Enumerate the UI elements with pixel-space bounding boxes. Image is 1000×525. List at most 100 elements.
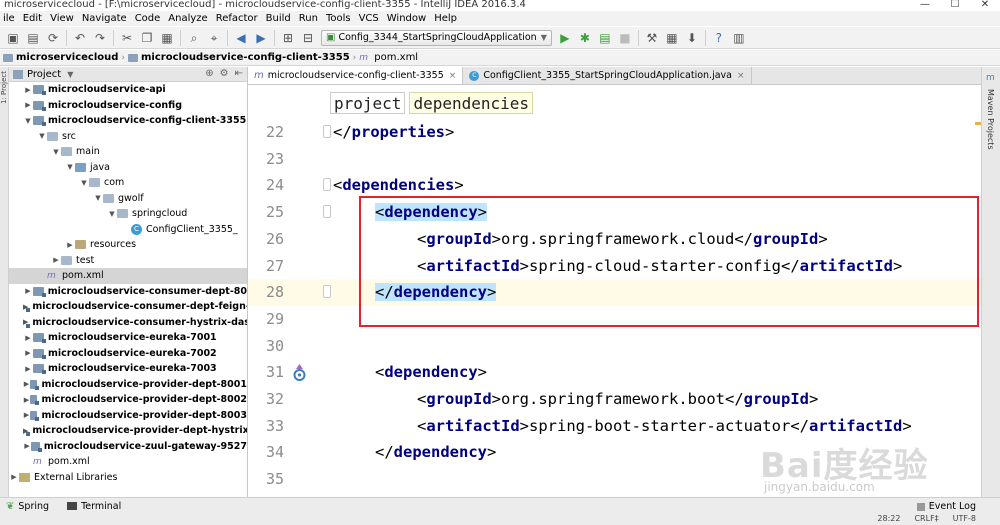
collapse-arrow-icon[interactable]: ▶ — [23, 442, 31, 450]
close-tab-icon[interactable]: × — [737, 71, 745, 81]
sync-icon[interactable]: ⊕ — [205, 68, 213, 79]
tree-item[interactable]: C ConfigClient_3355_ — [9, 222, 247, 238]
cut-icon[interactable]: ✂ — [119, 30, 135, 46]
tree-item[interactable]: ▶ microcloudservice-eureka-7001 — [9, 330, 247, 346]
line-separator[interactable]: CRLF‡ — [914, 514, 938, 523]
settings-icon[interactable]: ⚒ — [644, 30, 660, 46]
tree-item[interactable]: m pom.xml — [9, 454, 247, 470]
collapse-arrow-icon[interactable]: ▶ — [23, 334, 33, 342]
redo-icon[interactable]: ↷ — [92, 30, 108, 46]
debug-icon[interactable]: ✱ — [577, 30, 593, 46]
tree-item[interactable]: ▼ gwolf — [9, 191, 247, 207]
tree-item[interactable]: ▶ microcloudservice-provider-dept-8003 — [9, 408, 247, 424]
tree-item[interactable]: ▶ microcloudservice-provider-dept-8002 — [9, 392, 247, 408]
stop-icon[interactable]: ■ — [617, 30, 633, 46]
fold-marker-icon[interactable] — [323, 178, 331, 192]
project-structure-icon[interactable]: ▦ — [664, 30, 680, 46]
collapse-arrow-icon[interactable]: ▶ — [51, 256, 61, 264]
menu-run[interactable]: Run — [296, 13, 323, 24]
jvm-debugger-icon[interactable]: ▥ — [731, 30, 747, 46]
code-line[interactable]: 35 — [248, 466, 981, 493]
file-encoding[interactable]: UTF-8 — [953, 514, 976, 523]
breadcrumb-item-project[interactable]: microservicecloud › — [3, 52, 128, 63]
save-all-icon[interactable]: ▤ — [25, 30, 41, 46]
tree-item[interactable]: ▶ test — [9, 253, 247, 269]
code-line[interactable]: 30 — [248, 333, 981, 360]
code-line[interactable]: 23 — [248, 146, 981, 173]
tree-item[interactable]: ▶ microcloudservice-api — [9, 82, 247, 98]
menu-edit[interactable]: Edit — [20, 13, 47, 24]
menu-analyze[interactable]: Analyze — [165, 13, 212, 24]
run-icon[interactable]: ▶ — [557, 30, 573, 46]
menu-navigate[interactable]: Navigate — [79, 13, 132, 24]
tree-item[interactable]: ▶ microcloudservice-consumer-hystrix-dash… — [9, 315, 247, 331]
sdk-manager-icon[interactable]: ⬇ — [684, 30, 700, 46]
expand-arrow-icon[interactable]: ▼ — [79, 179, 89, 187]
tree-item[interactable]: ▶ External Libraries — [9, 470, 247, 486]
tree-item[interactable]: m pom.xml — [9, 268, 247, 284]
expand-arrow-icon[interactable]: ▼ — [37, 132, 47, 140]
back-icon[interactable]: ◀ — [233, 30, 249, 46]
editor-tab[interactable]: m microcloudservice-config-client-3355 × — [248, 67, 464, 84]
run-configuration-select[interactable]: ▣ Config_3344_StartSpringCloudApplicatio… — [321, 29, 552, 46]
find-icon[interactable]: ⌕ — [186, 30, 202, 46]
collapse-arrow-icon[interactable]: ▶ — [23, 396, 30, 404]
collapse-arrow-icon[interactable]: ▶ — [23, 380, 30, 388]
tree-item[interactable]: ▼ main — [9, 144, 247, 160]
tree-item[interactable]: ▼ springcloud — [9, 206, 247, 222]
fold-marker-icon[interactable] — [323, 205, 331, 219]
expand-arrow-icon[interactable]: ▼ — [51, 148, 61, 156]
project-panel-title[interactable]: Project — [27, 69, 61, 80]
code-line[interactable]: 26 <groupId>org.springframework.cloud</gr… — [248, 226, 981, 253]
tree-item[interactable]: ▼ java — [9, 160, 247, 176]
expand-arrow-icon[interactable]: ▼ — [107, 210, 117, 218]
expand-arrow-icon[interactable]: ▼ — [93, 194, 103, 202]
copy-icon[interactable]: ❐ — [139, 30, 155, 46]
tree-item[interactable]: ▶ microcloudservice-consumer-dept-feign-8… — [9, 299, 247, 315]
code-line[interactable]: 28 </dependency> — [248, 279, 981, 306]
tree-item[interactable]: ▶ microcloudservice-provider-dept-hystrix… — [9, 423, 247, 439]
tree-item[interactable]: ▶ microcloudservice-config — [9, 98, 247, 114]
close-tab-icon[interactable]: × — [449, 71, 457, 81]
collapse-arrow-icon[interactable]: ▶ — [65, 241, 75, 249]
project-tool-window-button[interactable]: 1: Project — [0, 71, 9, 104]
tree-item[interactable]: ▼ com — [9, 175, 247, 191]
tree-item[interactable]: ▶ microcloudservice-zuul-gateway-9527 — [9, 439, 247, 455]
chevron-down-icon[interactable]: ▼ — [67, 70, 73, 79]
menu-window[interactable]: Window — [384, 13, 431, 24]
fold-marker-icon[interactable] — [323, 285, 331, 299]
menu-refactor[interactable]: Refactor — [213, 13, 263, 24]
collapse-arrow-icon[interactable]: ▶ — [23, 101, 33, 109]
code-line[interactable]: 25 <dependency> — [248, 199, 981, 226]
minimize-button[interactable]: — — [910, 0, 940, 11]
hide-icon[interactable]: ⇤ — [235, 68, 243, 79]
pom-view-tab-project[interactable]: project — [330, 92, 406, 114]
close-window-button[interactable]: ✕ — [970, 0, 1000, 11]
collapse-arrow-icon[interactable]: ▶ — [9, 473, 19, 481]
menu-help[interactable]: Help — [431, 13, 462, 24]
code-line[interactable]: 27 <artifactId>spring-cloud-starter-confi… — [248, 253, 981, 280]
undo-icon[interactable]: ↶ — [72, 30, 88, 46]
maven-projects-button[interactable]: Maven Projects — [986, 89, 995, 150]
tree-item[interactable]: ▶ microcloudservice-consumer-dept-80 — [9, 284, 247, 300]
gear-icon[interactable]: ⚙ — [220, 68, 229, 79]
synchronize-icon[interactable]: ⟳ — [45, 30, 61, 46]
code-line[interactable]: 24 <dependencies> — [248, 172, 981, 199]
code-line[interactable]: 22 </properties> — [248, 119, 981, 146]
breadcrumb-item-module[interactable]: microcloudservice-config-client-3355 › — [128, 52, 359, 63]
menu-code[interactable]: Code — [132, 13, 166, 24]
breadcrumb-item-file[interactable]: m pom.xml — [359, 52, 418, 63]
maven-dependency-gutter-icon[interactable] — [292, 363, 307, 382]
code-line[interactable]: 33 <artifactId>spring-boot-starter-actuat… — [248, 413, 981, 440]
expand-arrow-icon[interactable]: ▼ — [65, 163, 75, 171]
menu-vcs[interactable]: VCS — [356, 13, 384, 24]
collapse-arrow-icon[interactable]: ▶ — [23, 287, 33, 295]
paste-icon[interactable]: ▦ — [159, 30, 175, 46]
event-log-button[interactable]: Event Log — [916, 501, 976, 512]
make-project-icon[interactable]: ⊞ — [280, 30, 296, 46]
make-module-icon[interactable]: ⊟ — [300, 30, 316, 46]
replace-icon[interactable]: ⌖ — [206, 30, 222, 46]
code-line[interactable]: 34 </dependency> — [248, 439, 981, 466]
coverage-icon[interactable]: ▤ — [597, 30, 613, 46]
caret-position[interactable]: 28:22 — [877, 514, 900, 523]
